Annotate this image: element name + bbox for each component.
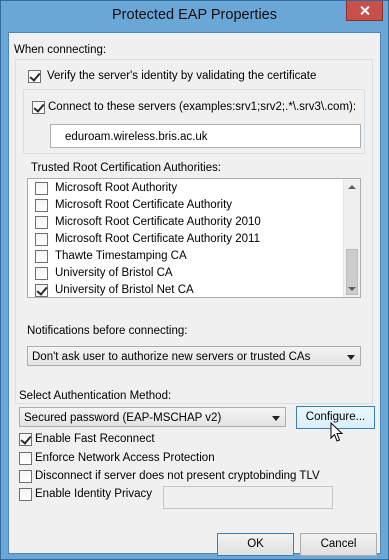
nap-checkbox[interactable] [19,452,32,465]
list-item-checkbox[interactable] [35,199,48,212]
list-item[interactable]: Microsoft Root Authority [28,180,348,197]
list-item-checkbox[interactable] [35,182,48,195]
identity-privacy-input[interactable] [163,486,333,509]
trusted-roots-label: Trusted Root Certification Authorities: [31,162,222,174]
connect-to-servers-checkbox[interactable] [32,101,45,114]
chevron-down-icon [272,416,280,421]
verify-identity-label[interactable]: Verify the server's identity by validati… [47,70,316,82]
mouse-pointer-icon [330,422,344,442]
auth-method-select-value: Secured password (EAP-MSCHAP v2) [24,412,222,424]
notifications-select-value: Don't ask user to authorize new servers … [32,351,311,363]
notifications-select[interactable]: Don't ask user to authorize new servers … [27,346,361,366]
scroll-up-icon[interactable] [348,185,356,189]
notifications-label: Notifications before connecting: [27,325,188,337]
verify-identity-checkbox[interactable] [28,70,41,83]
close-button[interactable] [346,1,383,21]
list-item[interactable]: University of Bristol Net CA [28,282,348,297]
list-item[interactable]: Microsoft Root Certificate Authority [28,197,348,214]
list-item-label: University of Bristol CA [55,267,173,279]
list-item-label: Microsoft Root Certificate Authority 201… [55,216,261,228]
list-item[interactable]: Thawte Timestamping CA [28,248,348,265]
list-item[interactable]: Microsoft Root Certificate Authority 201… [28,231,348,248]
auth-method-select[interactable]: Secured password (EAP-MSCHAP v2) [19,407,286,427]
auth-method-label: Select Authentication Method: [19,390,172,402]
scroll-down-icon[interactable] [348,287,356,291]
list-item-label: Microsoft Root Certificate Authority [55,199,233,211]
title-bar[interactable]: Protected EAP Properties [1,1,388,32]
list-item-checkbox[interactable] [35,233,48,246]
nap-label[interactable]: Enforce Network Access Protection [35,452,215,464]
list-item-label: Thawte Timestamping CA [55,250,187,262]
when-connecting-label: When connecting: [14,44,107,56]
list-item-label: Microsoft Root Certificate Authority 201… [55,233,260,245]
chevron-down-icon [347,355,355,360]
connect-to-servers-label[interactable]: Connect to these servers (examples:srv1;… [48,101,356,113]
cryptobinding-checkbox[interactable] [19,470,32,483]
cancel-button[interactable]: Cancel [300,533,377,556]
list-scrollbar[interactable] [343,179,360,297]
dialog-window: Protected EAP Properties When connecting… [0,0,389,560]
fast-reconnect-label[interactable]: Enable Fast Reconnect [35,433,155,445]
list-item-checkbox[interactable] [35,250,48,263]
list-item-checkbox[interactable] [35,216,48,229]
list-item-checkbox[interactable] [35,284,48,297]
list-item[interactable]: Microsoft Root Certificate Authority 201… [28,214,348,231]
cryptobinding-label[interactable]: Disconnect if server does not present cr… [35,470,320,482]
identity-privacy-label[interactable]: Enable Identity Privacy [35,488,152,500]
identity-privacy-checkbox[interactable] [19,488,32,501]
fast-reconnect-checkbox[interactable] [19,433,32,446]
servers-input[interactable]: eduroam.wireless.bris.ac.uk [50,124,361,148]
dialog-body: When connecting: Verify the server's ide… [8,32,381,556]
ok-button[interactable]: OK [217,533,294,556]
list-item-label: Microsoft Root Authority [55,182,178,194]
list-item-label: University of Bristol Net CA [55,284,194,296]
list-item-checkbox[interactable] [35,267,48,280]
trusted-roots-list[interactable]: Microsoft Root Authority Microsoft Root … [27,178,361,298]
list-item[interactable]: University of Bristol CA [28,265,348,282]
window-title: Protected EAP Properties [112,7,277,23]
